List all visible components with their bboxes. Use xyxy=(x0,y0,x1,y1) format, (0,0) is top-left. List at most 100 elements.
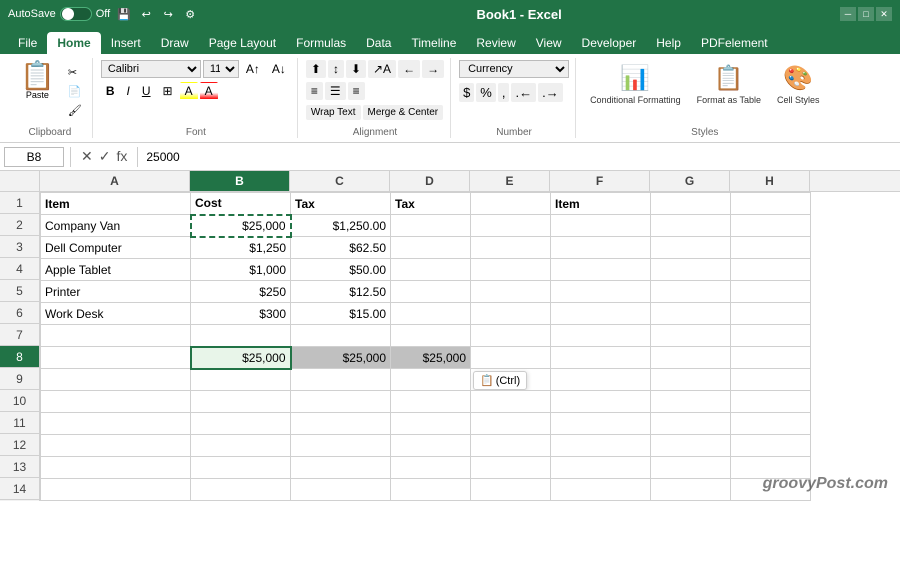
tab-formulas[interactable]: Formulas xyxy=(286,32,356,54)
cell-g2[interactable] xyxy=(651,215,731,237)
cell-a2[interactable]: Company Van xyxy=(41,215,191,237)
currency-button[interactable]: $ xyxy=(459,83,474,102)
cell-h5[interactable] xyxy=(731,281,811,303)
cell-b1[interactable]: Cost xyxy=(191,193,291,215)
cell-e1[interactable] xyxy=(471,193,551,215)
cell-f8[interactable] xyxy=(551,347,651,369)
cell-h10[interactable] xyxy=(731,391,811,413)
cell-e10[interactable] xyxy=(471,391,551,413)
orientation-button[interactable]: ↗A xyxy=(368,60,396,78)
cell-h14[interactable] xyxy=(731,479,811,501)
cell-h2[interactable] xyxy=(731,215,811,237)
cell-b5[interactable]: $250 xyxy=(191,281,291,303)
cell-d14[interactable] xyxy=(391,479,471,501)
cell-b3[interactable]: $1,250 xyxy=(191,237,291,259)
cell-d7[interactable] xyxy=(391,325,471,347)
col-header-h[interactable]: H xyxy=(730,171,810,191)
decrease-font-size-button[interactable]: A↓ xyxy=(267,60,291,78)
col-header-c[interactable]: C xyxy=(290,171,390,191)
row-header-7[interactable]: 7 xyxy=(0,324,39,346)
cell-a6[interactable]: Work Desk xyxy=(41,303,191,325)
cell-c11[interactable] xyxy=(291,413,391,435)
conditional-formatting-button[interactable]: 📊 Conditional Formatting xyxy=(584,60,687,109)
cell-g4[interactable] xyxy=(651,259,731,281)
percent-button[interactable]: % xyxy=(476,83,496,102)
bold-button[interactable]: B xyxy=(101,82,120,100)
cell-e9[interactable]: 📋 (Ctrl) xyxy=(471,369,551,391)
cell-e3[interactable] xyxy=(471,237,551,259)
align-top-button[interactable]: ⬆ xyxy=(306,60,326,78)
cell-b9[interactable] xyxy=(191,369,291,391)
indent-increase-button[interactable]: → xyxy=(422,60,444,78)
indent-decrease-button[interactable]: ← xyxy=(398,60,420,78)
row-header-3[interactable]: 3 xyxy=(0,236,39,258)
cell-c14[interactable] xyxy=(291,479,391,501)
col-header-g[interactable]: G xyxy=(650,171,730,191)
font-name-select[interactable]: Calibri xyxy=(101,60,201,78)
cell-b8[interactable]: $25,000 xyxy=(191,347,291,369)
cell-a13[interactable] xyxy=(41,457,191,479)
cell-c3[interactable]: $62.50 xyxy=(291,237,391,259)
increase-font-size-button[interactable]: A↑ xyxy=(241,60,265,78)
cell-e4[interactable] xyxy=(471,259,551,281)
font-color-button[interactable]: A xyxy=(200,82,218,100)
col-header-f[interactable]: F xyxy=(550,171,650,191)
cell-e2[interactable] xyxy=(471,215,551,237)
cell-b13[interactable] xyxy=(191,457,291,479)
cell-g10[interactable] xyxy=(651,391,731,413)
cell-a7[interactable] xyxy=(41,325,191,347)
cell-h13[interactable] xyxy=(731,457,811,479)
cell-a3[interactable]: Dell Computer xyxy=(41,237,191,259)
cell-g1[interactable] xyxy=(651,193,731,215)
cell-f7[interactable] xyxy=(551,325,651,347)
cell-h6[interactable] xyxy=(731,303,811,325)
cell-d12[interactable] xyxy=(391,435,471,457)
cell-f2[interactable] xyxy=(551,215,651,237)
cell-f3[interactable] xyxy=(551,237,651,259)
cell-h12[interactable] xyxy=(731,435,811,457)
cell-c4[interactable]: $50.00 xyxy=(291,259,391,281)
format-as-table-button[interactable]: 📋 Format as Table xyxy=(691,60,767,109)
cell-g14[interactable] xyxy=(651,479,731,501)
cell-e13[interactable] xyxy=(471,457,551,479)
fill-color-button[interactable]: A xyxy=(180,82,198,100)
cell-b7[interactable] xyxy=(191,325,291,347)
cell-a14[interactable] xyxy=(41,479,191,501)
underline-button[interactable]: U xyxy=(137,82,156,100)
cell-e12[interactable] xyxy=(471,435,551,457)
cell-f4[interactable] xyxy=(551,259,651,281)
tab-pdfelement[interactable]: PDFelement xyxy=(691,32,778,54)
row-header-14[interactable]: 14 xyxy=(0,478,39,500)
cell-g12[interactable] xyxy=(651,435,731,457)
cell-d3[interactable] xyxy=(391,237,471,259)
cell-e5[interactable] xyxy=(471,281,551,303)
cell-g11[interactable] xyxy=(651,413,731,435)
row-header-4[interactable]: 4 xyxy=(0,258,39,280)
cell-e6[interactable] xyxy=(471,303,551,325)
close-button[interactable]: ✕ xyxy=(876,7,892,21)
cell-a8[interactable] xyxy=(41,347,191,369)
cell-g6[interactable] xyxy=(651,303,731,325)
align-left-button[interactable]: ≡ xyxy=(306,82,323,100)
cell-h7[interactable] xyxy=(731,325,811,347)
cell-h4[interactable] xyxy=(731,259,811,281)
col-header-d[interactable]: D xyxy=(390,171,470,191)
tab-file[interactable]: File xyxy=(8,32,47,54)
cell-b4[interactable]: $1,000 xyxy=(191,259,291,281)
cell-h8[interactable] xyxy=(731,347,811,369)
autosave-toggle[interactable] xyxy=(60,7,92,21)
tab-home[interactable]: Home xyxy=(47,32,100,54)
cell-e8[interactable] xyxy=(471,347,551,369)
tab-view[interactable]: View xyxy=(526,32,572,54)
cell-d5[interactable] xyxy=(391,281,471,303)
cell-f1[interactable]: Item xyxy=(551,193,651,215)
cell-g7[interactable] xyxy=(651,325,731,347)
decrease-decimal-button[interactable]: .← xyxy=(511,83,536,102)
col-header-e[interactable]: E xyxy=(470,171,550,191)
cell-a11[interactable] xyxy=(41,413,191,435)
row-header-2[interactable]: 2 xyxy=(0,214,39,236)
cell-a9[interactable] xyxy=(41,369,191,391)
row-header-10[interactable]: 10 xyxy=(0,390,39,412)
cell-d6[interactable] xyxy=(391,303,471,325)
cell-c5[interactable]: $12.50 xyxy=(291,281,391,303)
